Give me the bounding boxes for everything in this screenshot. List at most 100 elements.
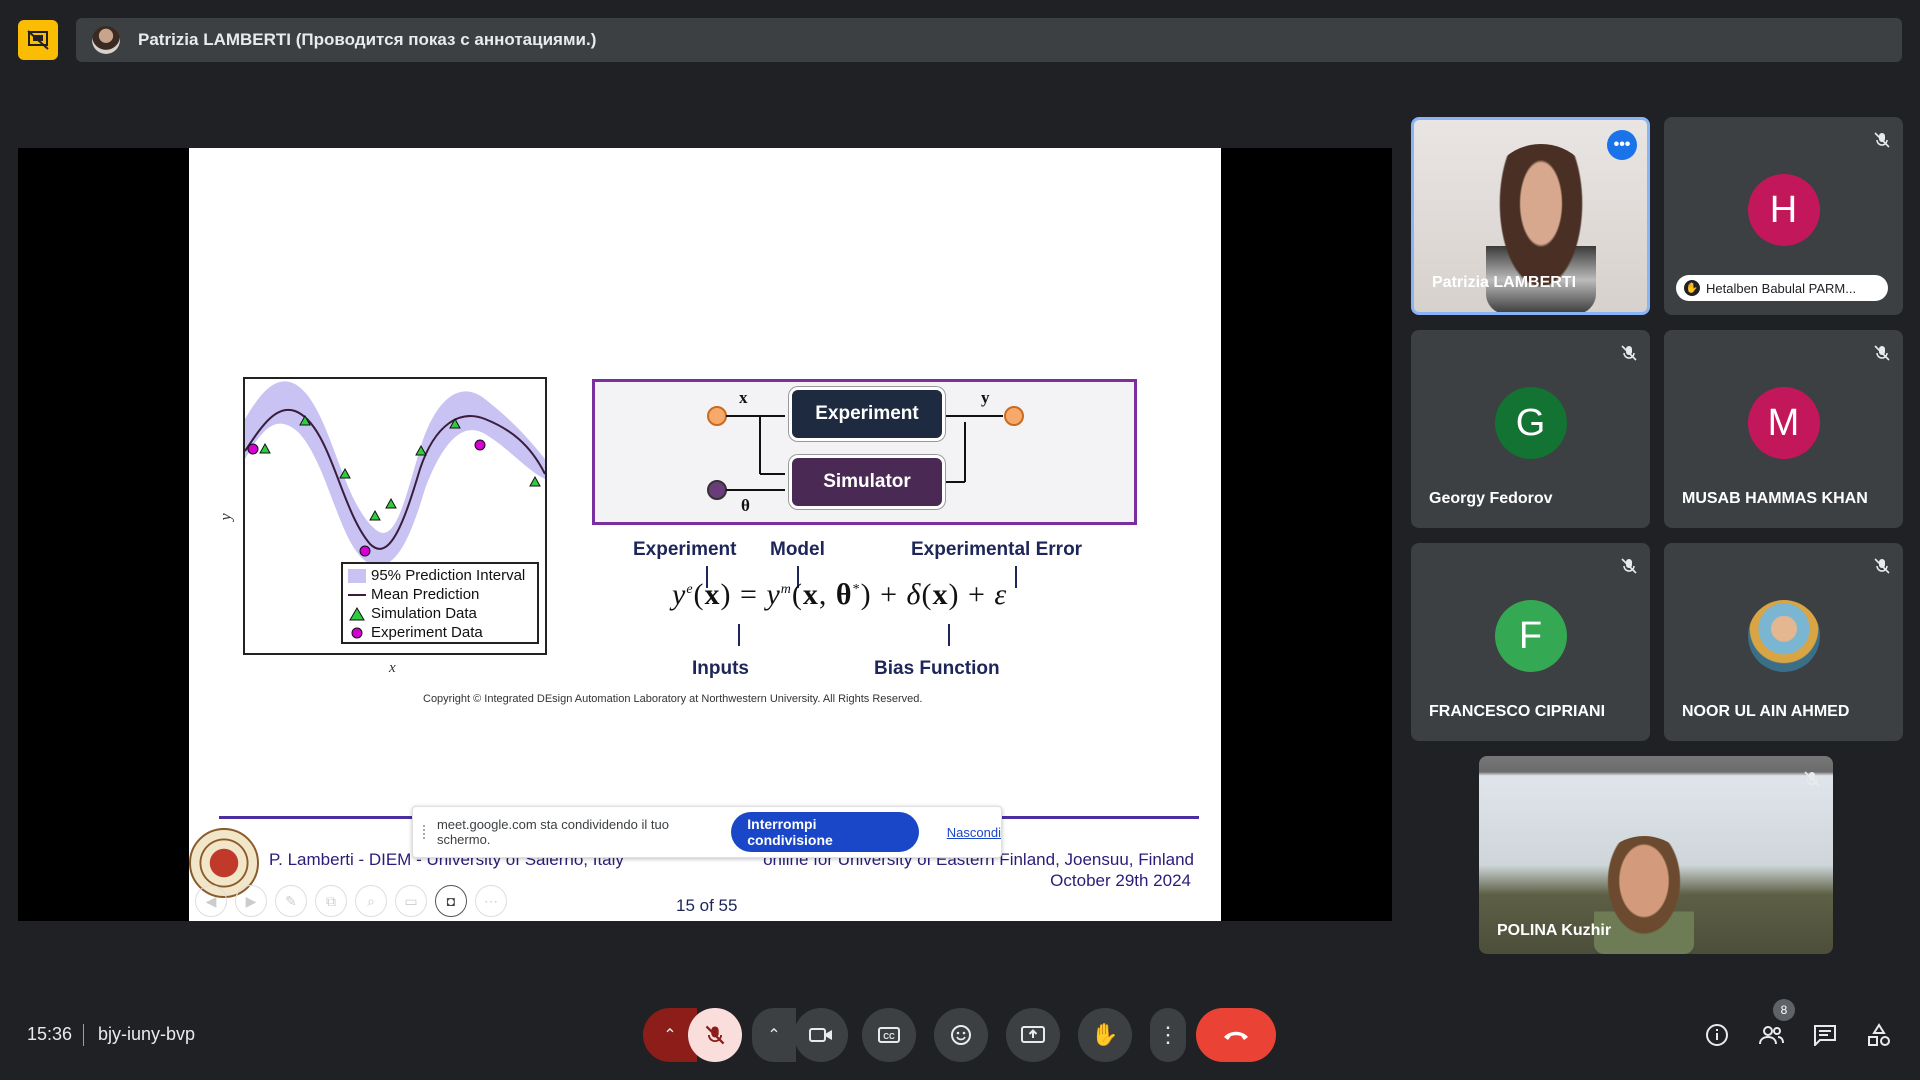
legend-label: 95% Prediction Interval — [371, 567, 526, 584]
participant-tile-polina[interactable]: POLINA Kuzhir — [1479, 756, 1833, 954]
stop-sharing-button[interactable]: Interrompi condivisione — [731, 812, 919, 852]
presentation-status-icon[interactable] — [18, 20, 58, 60]
hide-banner-link[interactable]: Nascondi — [947, 825, 1001, 840]
plot-x-label: x — [389, 660, 396, 676]
activities-button[interactable] — [1862, 1018, 1896, 1052]
participant-name: Patrizia LAMBERTI — [1432, 274, 1577, 291]
legend-triangle-swatch — [347, 606, 367, 622]
label-experiment: Experiment — [633, 539, 737, 560]
present-screen-button[interactable] — [1006, 1008, 1060, 1062]
svg-text:CC: CC — [883, 1032, 895, 1041]
captions-icon: CC — [878, 1027, 900, 1043]
mic-off-icon — [1621, 558, 1637, 574]
video-options-button[interactable]: ⌃ — [752, 1008, 796, 1062]
people-button[interactable] — [1754, 1018, 1788, 1052]
label-model: Model — [770, 539, 825, 560]
participant-tile-hetalben[interactable]: H ✋ Hetalben Babulal PARM... — [1664, 117, 1903, 315]
participant-avatar: H — [1747, 174, 1820, 246]
participant-name: Hetalben Babulal PARM... — [1706, 280, 1857, 296]
legend-circle-swatch — [347, 625, 367, 641]
participant-tile-francesco[interactable]: F FRANCESCO CIPRIANI — [1411, 543, 1650, 741]
pen-icon[interactable]: ✎ — [275, 885, 307, 917]
participant-count-badge: 8 — [1773, 999, 1795, 1021]
legend-item: Simulation Data — [347, 604, 533, 623]
diagram-theta-label: θ — [741, 496, 750, 515]
experiment-point — [247, 443, 259, 455]
mic-off-icon — [1874, 558, 1890, 574]
simulation-point — [259, 442, 271, 454]
experiment-point — [474, 439, 486, 451]
more-options-icon[interactable]: ⋯ — [475, 885, 507, 917]
raised-hand-pill: ✋ Hetalben Babulal PARM... — [1676, 275, 1888, 301]
legend-label: Simulation Data — [371, 605, 477, 622]
camera-toggle-button[interactable] — [794, 1008, 848, 1062]
more-options-button[interactable]: ⋮ — [1150, 1008, 1186, 1062]
diagram-input-label: x — [739, 388, 748, 407]
meeting-details-button[interactable] — [1700, 1018, 1734, 1052]
prev-slide-icon[interactable]: ◀ — [195, 885, 227, 917]
captions-button[interactable]: CC — [862, 1008, 916, 1062]
divider — [83, 1024, 84, 1046]
participant-name: FRANCESCO CIPRIANI — [1429, 703, 1606, 720]
diagram-output-label: y — [981, 388, 990, 407]
raise-hand-button[interactable]: ✋ — [1078, 1008, 1132, 1062]
participant-tile-musab[interactable]: M MUSAB HAMMAS KHAN — [1664, 330, 1903, 528]
share-status-text: meet.google.com sta condividendo il tuo … — [436, 817, 669, 847]
info-icon — [1706, 1024, 1728, 1046]
next-slide-icon[interactable]: ▶ — [235, 885, 267, 917]
label-inputs: Inputs — [692, 658, 749, 679]
arrow-up — [1015, 566, 1017, 588]
drag-handle-icon[interactable] — [423, 825, 427, 839]
arrow-down — [948, 624, 950, 646]
legend-band-swatch — [347, 568, 367, 584]
output-node — [1004, 406, 1024, 426]
presenter-bar: Patrizia LAMBERTI (Проводится показ с ан… — [76, 18, 1902, 62]
camera-icon — [809, 1028, 832, 1042]
mic-off-icon — [1874, 345, 1890, 361]
microphone-toggle-button[interactable] — [688, 1008, 742, 1062]
chevron-up-icon: ⌃ — [767, 1027, 781, 1044]
participant-photo-avatar — [1747, 600, 1820, 672]
reactions-button[interactable] — [934, 1008, 988, 1062]
camera-icon[interactable]: ◘ — [435, 885, 467, 917]
chat-icon — [1814, 1025, 1836, 1046]
participant-avatar: F — [1494, 600, 1567, 672]
copy-icon[interactable]: ⧉ — [315, 885, 347, 917]
legend-item: Mean Prediction — [347, 585, 533, 604]
input-node — [707, 406, 727, 426]
participant-tile-georgy[interactable]: G Georgy Fedorov — [1411, 330, 1650, 528]
hang-up-icon — [1224, 1031, 1248, 1040]
meeting-code: bjy-iuny-bvp — [98, 1024, 196, 1044]
simulation-point — [385, 497, 397, 509]
emoji-icon — [951, 1025, 971, 1045]
participant-tile-noor[interactable]: NOOR UL AIN AHMED — [1664, 543, 1903, 741]
people-icon — [1759, 1026, 1784, 1045]
subtitles-icon[interactable]: ▭ — [395, 885, 427, 917]
slide-toolbar: ◀ ▶ ✎ ⧉ ⌕ ▭ ◘ ⋯ — [195, 885, 507, 917]
chat-button[interactable] — [1808, 1018, 1842, 1052]
more-options-icon[interactable]: ••• — [1607, 130, 1637, 160]
more-vert-icon: ⋮ — [1157, 1022, 1179, 1047]
participant-avatar: M — [1747, 387, 1820, 459]
legend-item: 95% Prediction Interval — [347, 566, 533, 585]
simulation-point — [369, 509, 381, 521]
arrow-down — [738, 624, 740, 646]
footer-date: October 29th 2024 — [1050, 871, 1191, 890]
mic-off-icon — [1874, 132, 1890, 148]
chevron-up-icon: ⌃ — [663, 1027, 677, 1044]
label-bias-function: Bias Function — [874, 658, 1000, 679]
simulator-box: Simulator — [792, 458, 942, 506]
plot-y-label: y — [217, 513, 235, 521]
calibration-equation: ye(x) = ym(x, θ*) + δ(x) + ε — [672, 578, 1008, 611]
mic-off-icon — [1621, 345, 1637, 361]
model-diagram: x y θ Experiment Simulator — [592, 379, 1137, 525]
zoom-icon[interactable]: ⌕ — [355, 885, 387, 917]
experiment-box: Experiment — [792, 390, 942, 438]
leave-call-button[interactable] — [1196, 1008, 1276, 1062]
simulation-point — [529, 475, 541, 487]
participant-name: Georgy Fedorov — [1429, 490, 1553, 507]
participant-name: POLINA Kuzhir — [1497, 922, 1612, 939]
participant-tile-patrizia[interactable]: ••• Patrizia LAMBERTI — [1411, 117, 1650, 315]
screen-share-banner: meet.google.com sta condividendo il tuo … — [412, 806, 1002, 858]
legend-label: Experiment Data — [371, 624, 483, 641]
